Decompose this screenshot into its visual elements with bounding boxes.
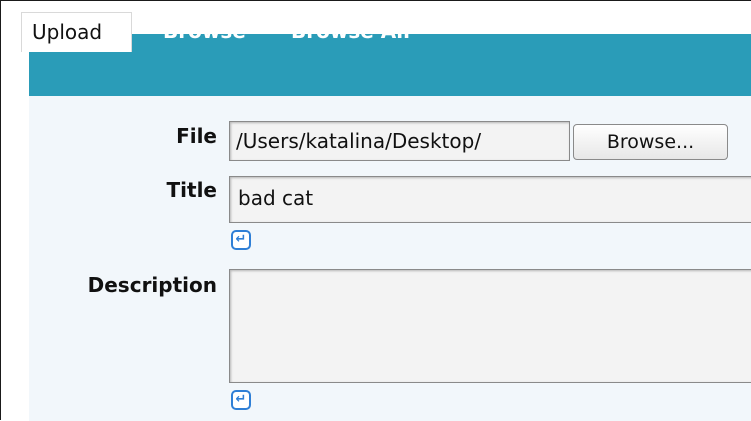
title-label: Title bbox=[166, 178, 217, 202]
tab-browse-all[interactable]: Browse All bbox=[291, 12, 410, 52]
file-label: File bbox=[176, 124, 217, 148]
title-field[interactable]: bad cat bbox=[229, 176, 751, 223]
file-path-field[interactable]: /Users/katalina/Desktop/ bbox=[229, 121, 570, 161]
window-frame: Upload Browse Browse All File /Users/kat… bbox=[0, 0, 751, 421]
enter-icon[interactable]: ↵ bbox=[231, 230, 251, 250]
description-field[interactable] bbox=[229, 269, 751, 383]
tab-upload[interactable]: Upload bbox=[21, 12, 132, 52]
browse-button[interactable]: Browse... bbox=[573, 124, 728, 160]
tab-browse[interactable]: Browse bbox=[163, 12, 246, 52]
description-label: Description bbox=[87, 273, 217, 297]
enter-icon[interactable]: ↵ bbox=[231, 390, 251, 410]
